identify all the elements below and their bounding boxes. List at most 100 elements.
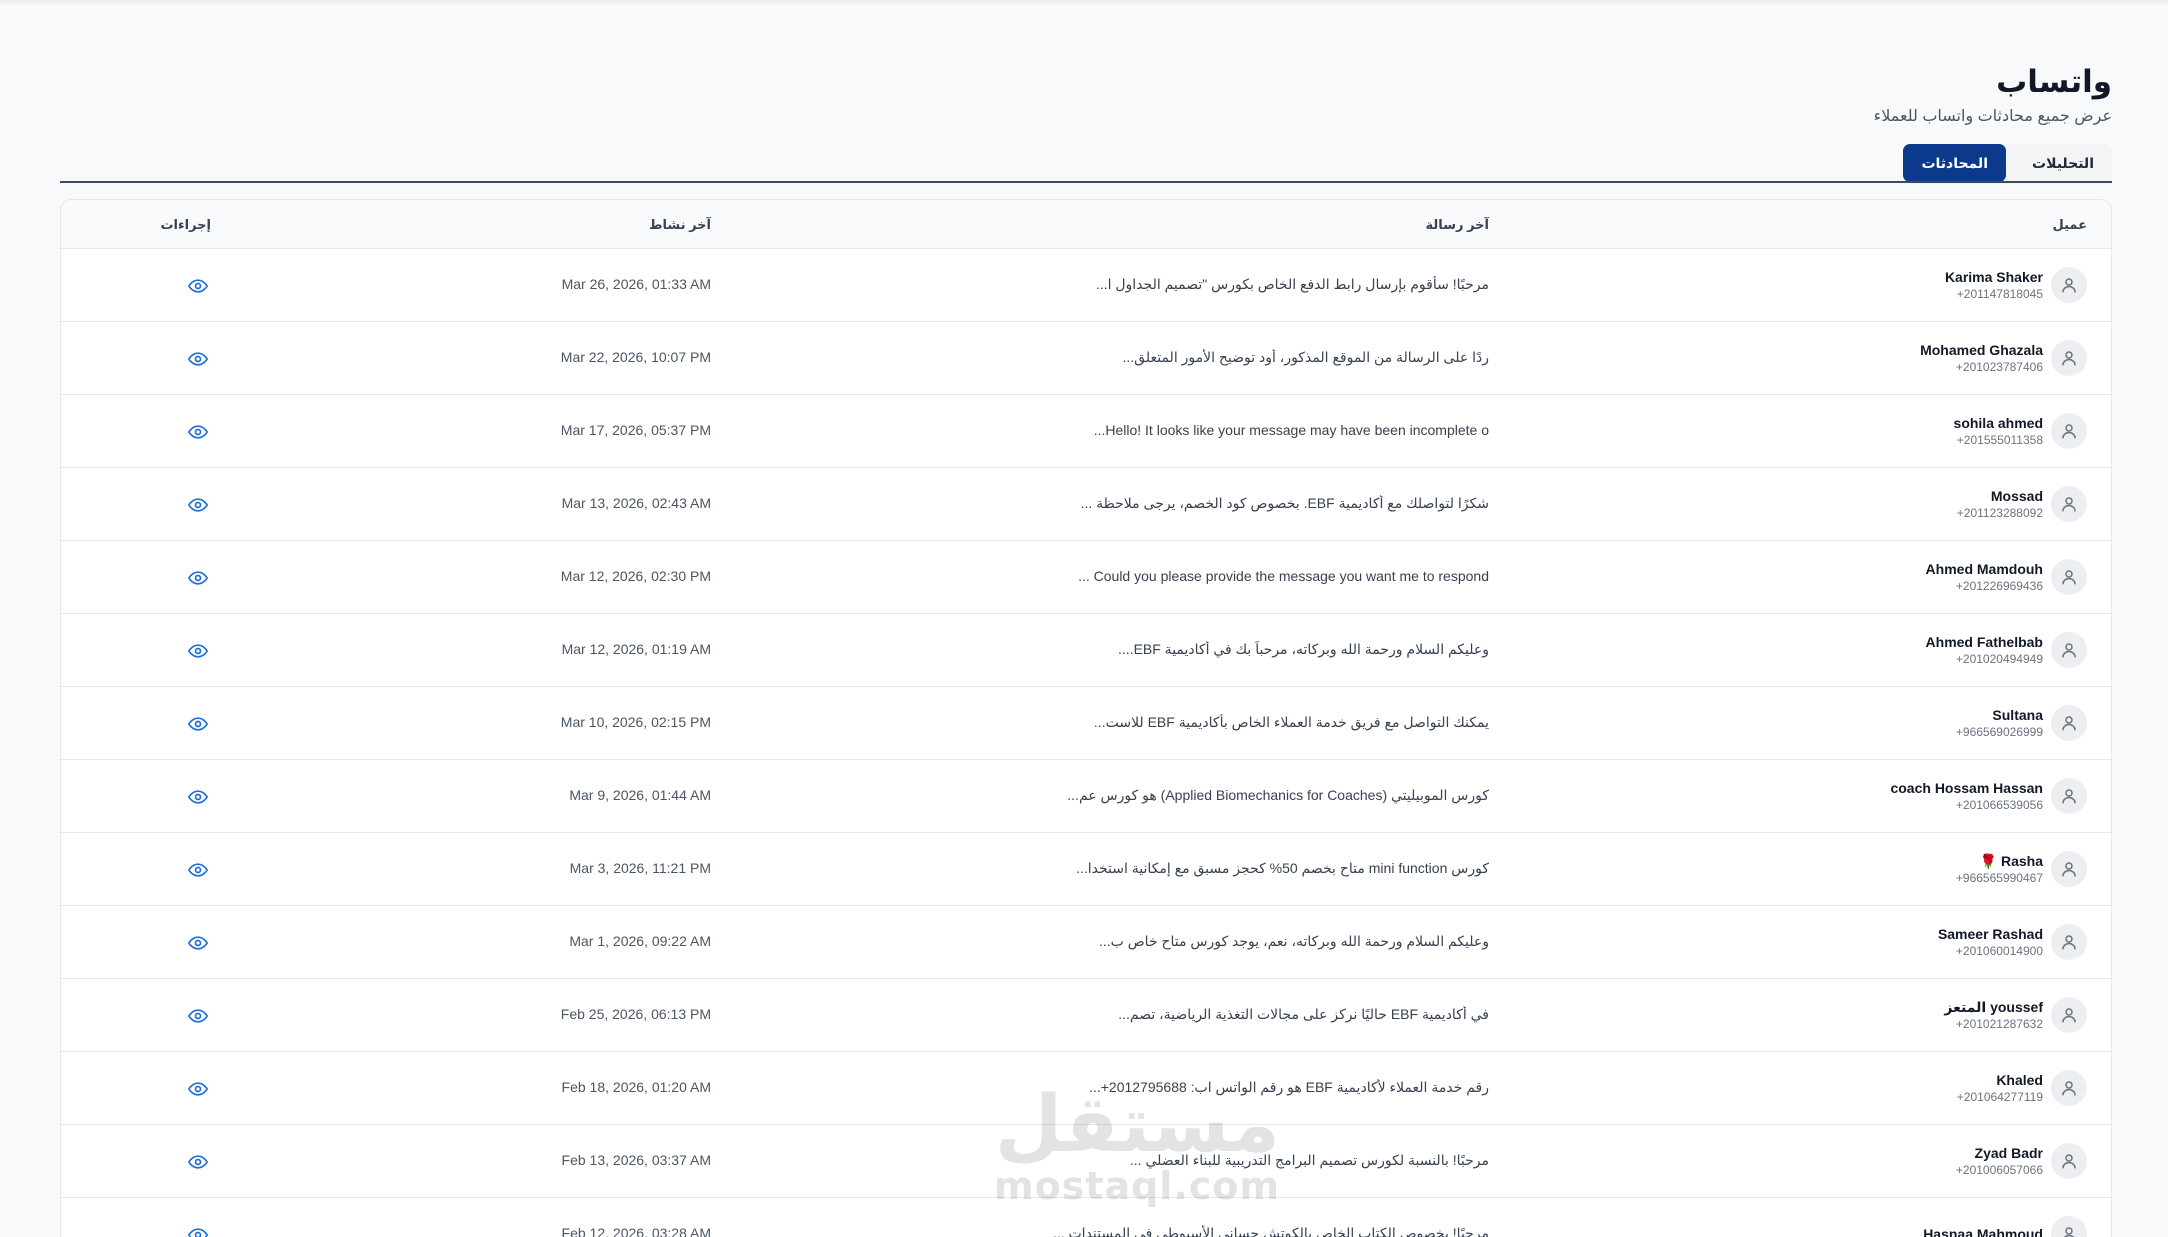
- table-row[interactable]: Khaled +201064277119 رقم خدمة العملاء لأكا…: [61, 1052, 2111, 1125]
- user-icon: [2051, 267, 2087, 303]
- eye-icon[interactable]: [188, 349, 208, 374]
- table-row[interactable]: Mohamed Ghazala +201023787406 ردًا على الر…: [61, 322, 2111, 395]
- client-name: Zyad Badr: [1974, 1145, 2043, 1161]
- user-icon: [2051, 486, 2087, 522]
- column-header-last-activity: آخر نشاط: [648, 217, 711, 232]
- eye-icon[interactable]: [188, 1006, 208, 1031]
- eye-icon[interactable]: [188, 933, 208, 958]
- table-row[interactable]: Karima Shaker +201147818045 مرحبًا! سأقوم …: [61, 249, 2111, 322]
- client-name: Karima Shaker: [1944, 269, 2043, 285]
- user-icon: [2051, 559, 2087, 595]
- last-message: شكرًا لتواصلك مع أكاديمية EBF. بخصوص كود…: [1080, 495, 1489, 511]
- client-info: Sameer Rashad +201060014900: [1938, 925, 2043, 959]
- client-name: Khaled: [1996, 1072, 2043, 1088]
- last-message: يمكنك التواصل مع فريق خدمة العملاء الخاص…: [1093, 714, 1489, 730]
- last-message: كورس الموبيليتي (Applied Biomechanics fo…: [1067, 787, 1489, 803]
- eye-icon[interactable]: [188, 422, 208, 447]
- client-info: Rasha 🌹 +966565990467: [1956, 852, 2043, 886]
- table-row[interactable]: Zyad Badr +201006057066 مرحبًا! بالنسبة لك…: [61, 1125, 2111, 1198]
- last-activity: Mar 10, 2026, 02:15 PM: [560, 714, 711, 730]
- client-info: Khaled +201064277119: [1957, 1071, 2043, 1105]
- table-row[interactable]: Hasnaa Mahmoud مرحبًا! بخصوص الكتاب الخاص…: [61, 1198, 2111, 1237]
- client-cell: youssef المتعز +201021287632: [1944, 997, 2087, 1033]
- user-icon: [2051, 1143, 2087, 1179]
- user-icon: [2051, 413, 2087, 449]
- client-phone: +201066539056: [1955, 798, 2043, 812]
- table-row[interactable]: youssef المتعز +201021287632 في أكاديمية E…: [61, 979, 2111, 1052]
- client-name: youssef المتعز: [1944, 999, 2043, 1015]
- column-header-actions: إجراءات: [160, 217, 211, 232]
- tab-conversations[interactable]: المحادثات: [1903, 144, 2006, 182]
- client-info: Sultana +966569026999: [1956, 706, 2043, 740]
- client-info: Karima Shaker +201147818045: [1945, 268, 2043, 302]
- client-cell: Khaled +201064277119: [1957, 1070, 2087, 1106]
- client-info: Mossad +201123288092: [1957, 487, 2043, 521]
- eye-icon[interactable]: [188, 1225, 208, 1237]
- client-cell: Ahmed Mamdouh +201226969436: [1926, 559, 2087, 595]
- table-row[interactable]: Sameer Rashad +201060014900 وعليكم السلام …: [61, 906, 2111, 979]
- client-info: youssef المتعز +201021287632: [1944, 998, 2043, 1032]
- table-row[interactable]: Sultana +966569026999 يمكنك التواصل مع فري…: [61, 687, 2111, 760]
- last-activity: Mar 26, 2026, 01:33 AM: [561, 276, 711, 292]
- client-name: Mossad: [1990, 488, 2043, 504]
- client-phone: +201123288092: [1956, 506, 2043, 520]
- client-cell: Rasha 🌹 +966565990467: [1956, 851, 2087, 887]
- eye-icon[interactable]: [188, 714, 208, 739]
- table-row[interactable]: coach Hossam Hassan +201066539056 كورس الم…: [61, 760, 2111, 833]
- last-message: Hello! It looks like your message may ha…: [1093, 422, 1489, 438]
- last-activity: Feb 12, 2026, 03:28 AM: [561, 1225, 711, 1237]
- eye-icon[interactable]: [188, 1152, 208, 1177]
- last-message: وعليكم السلام ورحمة الله وبركاته، نعم، ي…: [1099, 933, 1489, 949]
- tabs-divider: [60, 181, 2112, 183]
- client-name: Ahmed Mamdouh: [1925, 561, 2043, 577]
- last-activity: Mar 9, 2026, 01:44 AM: [569, 787, 711, 803]
- last-message: في أكاديمية EBF حاليًا نركز على مجالات ا…: [1118, 1006, 1489, 1022]
- client-phone: +201555011358: [1956, 433, 2043, 447]
- table-row[interactable]: Ahmed Fathelbab +201020494949 وعليكم السلا…: [61, 614, 2111, 687]
- eye-icon[interactable]: [188, 1079, 208, 1104]
- client-cell: Zyad Badr +201006057066: [1956, 1143, 2087, 1179]
- last-message: مرحبًا! بخصوص الكتاب الخاص بالكوتش حساني…: [1052, 1225, 1489, 1237]
- last-activity: Mar 3, 2026, 11:21 PM: [569, 860, 711, 876]
- client-name: Rasha 🌹: [1979, 853, 2043, 869]
- last-activity: Mar 12, 2026, 01:19 AM: [561, 641, 711, 657]
- table-row[interactable]: Ahmed Mamdouh +201226969436 Could you plea…: [61, 541, 2111, 614]
- last-activity: Mar 12, 2026, 02:30 PM: [560, 568, 711, 584]
- last-message: مرحبًا! بالنسبة لكورس تصميم البرامج التد…: [1129, 1152, 1489, 1168]
- page-title: واتساب: [1996, 64, 2112, 99]
- eye-icon[interactable]: [188, 787, 208, 812]
- client-name: Hasnaa Mahmoud: [1923, 1226, 2043, 1237]
- table-row[interactable]: Rasha 🌹 +966565990467 كورس mini function م…: [61, 833, 2111, 906]
- client-cell: Ahmed Fathelbab +201020494949: [1926, 632, 2087, 668]
- tab-analytics[interactable]: التحليلات: [2014, 144, 2112, 182]
- eye-icon[interactable]: [188, 860, 208, 885]
- user-icon: [2051, 340, 2087, 376]
- client-phone: +201226969436: [1955, 579, 2043, 593]
- last-message: كورس mini function متاح بخصم 50% كحجز مس…: [1076, 860, 1489, 876]
- table-header: عميل آخر رسالة آخر نشاط إجراءات: [61, 200, 2111, 249]
- client-phone: +201006057066: [1955, 1163, 2043, 1177]
- client-phone: +966565990467: [1955, 871, 2043, 885]
- user-icon: [2051, 924, 2087, 960]
- page-header: واتساب عرض جميع محادثات واتساب للعملاء: [1874, 62, 2112, 128]
- last-activity: Feb 13, 2026, 03:37 AM: [561, 1152, 711, 1168]
- client-cell: Mossad +201123288092: [1957, 486, 2087, 522]
- client-name: Sultana: [1992, 707, 2043, 723]
- whatsapp-page: واتساب عرض جميع محادثات واتساب للعملاء ا…: [60, 0, 2112, 1237]
- client-name: sohila ahmed: [1953, 415, 2043, 431]
- client-phone: +201060014900: [1955, 944, 2043, 958]
- client-info: Ahmed Fathelbab +201020494949: [1926, 633, 2043, 667]
- eye-icon[interactable]: [188, 568, 208, 593]
- table-row[interactable]: Mossad +201123288092 شكرًا لتواصلك مع أكاد…: [61, 468, 2111, 541]
- user-icon: [2051, 632, 2087, 668]
- client-info: coach Hossam Hassan +201066539056: [1890, 779, 2043, 813]
- table-row[interactable]: sohila ahmed +201555011358 Hello! It looks…: [61, 395, 2111, 468]
- last-message: رقم خدمة العملاء لأكاديمية EBF هو رقم ال…: [1089, 1079, 1489, 1095]
- client-cell: Hasnaa Mahmoud: [1923, 1216, 2087, 1237]
- client-phone: +201020494949: [1955, 652, 2043, 666]
- user-icon: [2051, 851, 2087, 887]
- eye-icon[interactable]: [188, 276, 208, 301]
- eye-icon[interactable]: [188, 641, 208, 666]
- eye-icon[interactable]: [188, 495, 208, 520]
- client-cell: Sultana +966569026999: [1956, 705, 2087, 741]
